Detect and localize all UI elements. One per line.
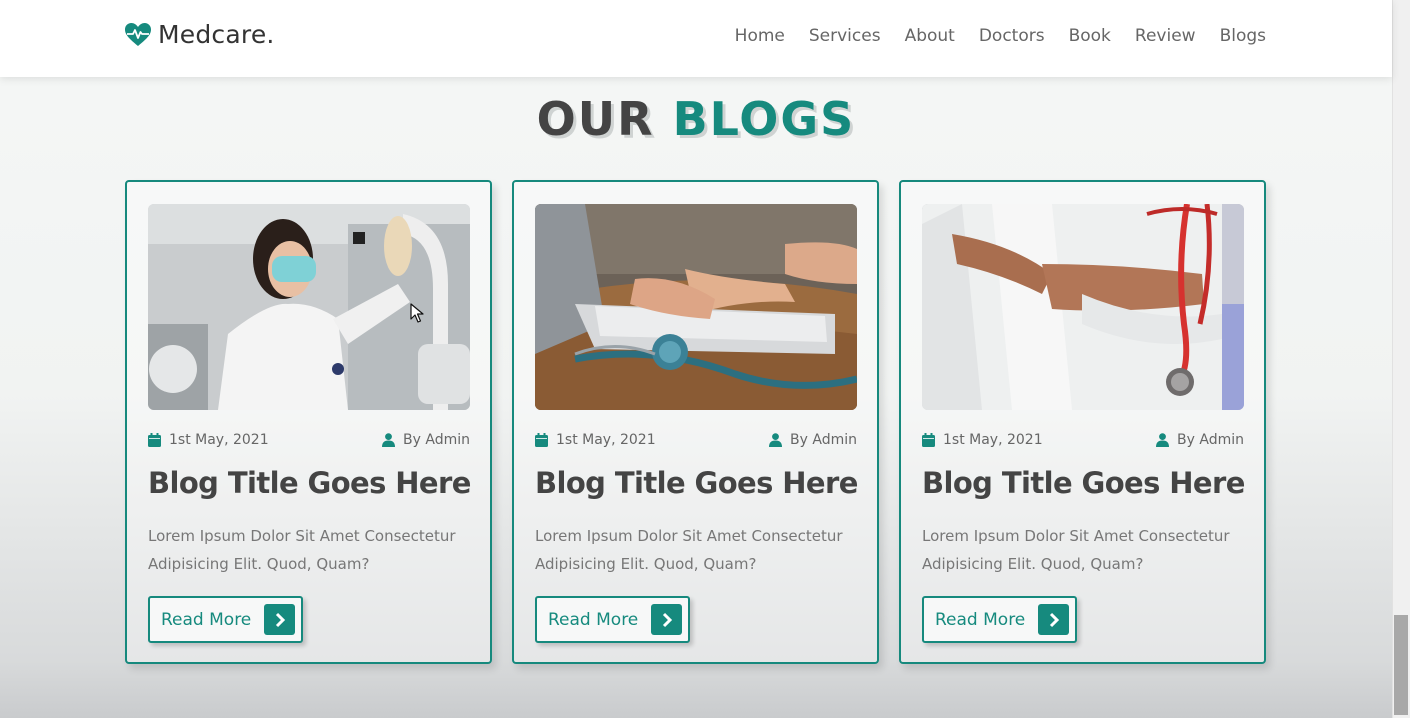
blog-image-doctor-stethoscope (922, 204, 1244, 410)
nav-home[interactable]: Home (735, 26, 785, 46)
blog-title[interactable]: Blog Title Goes Here (535, 466, 865, 500)
nav-review[interactable]: Review (1135, 26, 1196, 46)
brand-name: Medcare. (158, 20, 275, 49)
chevron-right-icon (651, 604, 682, 635)
calendar-icon (535, 433, 548, 447)
blog-excerpt-line: Lorem Ipsum Dolor Sit Amet Consectetur (922, 527, 1230, 545)
blog-excerpt: Lorem Ipsum Dolor Sit Amet Consectetur A… (148, 522, 478, 578)
blog-card: 1st May, 2021 By Admin Blog Title Goes H… (125, 180, 492, 664)
read-more-label: Read More (935, 609, 1026, 630)
nav-book[interactable]: Book (1069, 26, 1111, 46)
blog-excerpt-line: Lorem Ipsum Dolor Sit Amet Consectetur (148, 527, 456, 545)
chevron-right-icon (1038, 604, 1069, 635)
scrollbar-track[interactable] (1392, 0, 1410, 718)
blog-author: By Admin (1156, 432, 1244, 448)
blog-excerpt-line: Lorem Ipsum Dolor Sit Amet Consectetur (535, 527, 843, 545)
nav-blogs[interactable]: Blogs (1220, 26, 1266, 46)
blog-author: By Admin (382, 432, 470, 448)
blog-author-text: By Admin (1177, 432, 1244, 448)
blog-image-laptop-stethoscope (535, 204, 857, 410)
read-more-label: Read More (548, 609, 639, 630)
nav-doctors[interactable]: Doctors (979, 26, 1045, 46)
blog-date: 1st May, 2021 (922, 432, 1043, 448)
blog-excerpt-line: Adipisicing Elit. Quod, Quam? (148, 555, 370, 573)
blog-date: 1st May, 2021 (535, 432, 656, 448)
user-icon (382, 433, 396, 447)
heartbeat-icon (124, 22, 152, 48)
blog-excerpt-line: Adipisicing Elit. Quod, Quam? (922, 555, 1144, 573)
blog-date: 1st May, 2021 (148, 432, 269, 448)
user-icon (769, 433, 783, 447)
blog-meta: 1st May, 2021 By Admin (148, 432, 470, 452)
calendar-icon (148, 433, 161, 447)
blog-title[interactable]: Blog Title Goes Here (148, 466, 478, 500)
scrollbar-thumb[interactable] (1394, 615, 1408, 715)
blog-meta: 1st May, 2021 By Admin (535, 432, 857, 452)
blog-date-text: 1st May, 2021 (556, 432, 656, 448)
heading-word-our: OUR (536, 92, 655, 146)
blog-date-text: 1st May, 2021 (169, 432, 269, 448)
read-more-button[interactable]: Read More (535, 596, 690, 643)
section-heading: OUR BLOGS (0, 92, 1392, 146)
main-nav: Home Services About Doctors Book Review … (735, 26, 1266, 46)
blog-card: 1st May, 2021 By Admin Blog Title Goes H… (512, 180, 879, 664)
blog-date-text: 1st May, 2021 (943, 432, 1043, 448)
blog-author: By Admin (769, 432, 857, 448)
blog-author-text: By Admin (790, 432, 857, 448)
nav-services[interactable]: Services (809, 26, 881, 46)
blog-author-text: By Admin (403, 432, 470, 448)
blog-excerpt: Lorem Ipsum Dolor Sit Amet Consectetur A… (535, 522, 865, 578)
blog-card: 1st May, 2021 By Admin Blog Title Goes H… (899, 180, 1266, 664)
blog-excerpt-line: Adipisicing Elit. Quod, Quam? (535, 555, 757, 573)
blog-title[interactable]: Blog Title Goes Here (922, 466, 1252, 500)
blog-excerpt: Lorem Ipsum Dolor Sit Amet Consectetur A… (922, 522, 1252, 578)
heading-word-blogs: BLOGS (672, 92, 856, 146)
user-icon (1156, 433, 1170, 447)
read-more-button[interactable]: Read More (922, 596, 1077, 643)
chevron-right-icon (264, 604, 295, 635)
read-more-button[interactable]: Read More (148, 596, 303, 643)
calendar-icon (922, 433, 935, 447)
logo[interactable]: Medcare. (124, 20, 275, 49)
read-more-label: Read More (161, 609, 252, 630)
blog-meta: 1st May, 2021 By Admin (922, 432, 1244, 452)
mouse-cursor-icon (410, 303, 424, 327)
header: Medcare. Home Services About Doctors Boo… (0, 0, 1392, 77)
nav-about[interactable]: About (905, 26, 955, 46)
